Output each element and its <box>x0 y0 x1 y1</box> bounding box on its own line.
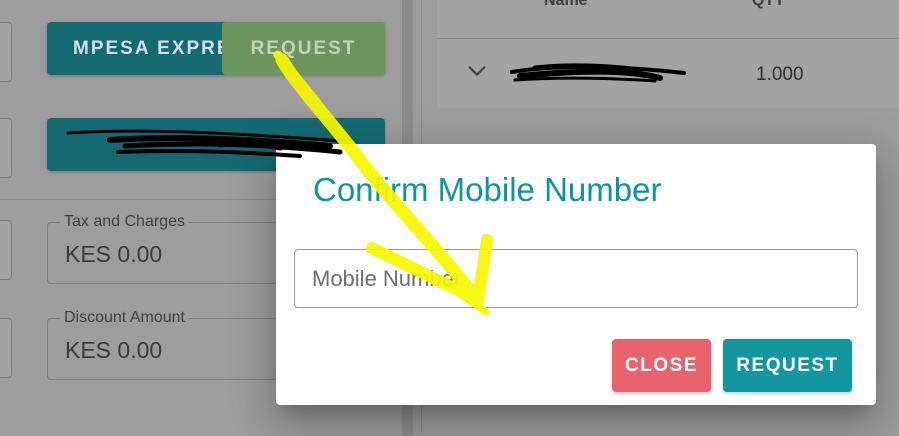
background-request-button[interactable]: REQUEST <box>222 22 385 75</box>
table-row-qty: 1.000 <box>756 64 804 85</box>
left-field-stub <box>0 118 12 178</box>
column-header-name: Name <box>544 0 588 9</box>
dialog-title: Confirm Mobile Number <box>313 171 662 208</box>
request-button[interactable]: REQUEST <box>723 339 852 392</box>
discount-amount-label: Discount Amount <box>60 309 189 327</box>
mobile-number-input[interactable] <box>294 249 858 308</box>
discount-amount-field: Discount Amount KES 0.00 <box>47 309 287 380</box>
tax-charges-label: Tax and Charges <box>60 213 189 231</box>
left-field-stub <box>0 318 12 378</box>
tax-charges-field: Tax and Charges KES 0.00 <box>47 213 287 284</box>
column-header-qty: QTY <box>752 0 785 9</box>
left-field-stub <box>0 220 12 280</box>
table-header-divider <box>437 38 899 39</box>
items-table: Name QTY <box>437 0 899 108</box>
chevron-down-icon[interactable] <box>466 60 488 82</box>
close-button[interactable]: CLOSE <box>612 339 711 392</box>
left-field-stub <box>0 22 12 82</box>
discount-amount-value: KES 0.00 <box>65 337 163 363</box>
background-request-label: REQUEST <box>250 37 357 59</box>
tax-charges-value: KES 0.00 <box>65 241 163 267</box>
confirm-mobile-dialog: Confirm Mobile Number CLOSE REQUEST <box>276 144 876 405</box>
